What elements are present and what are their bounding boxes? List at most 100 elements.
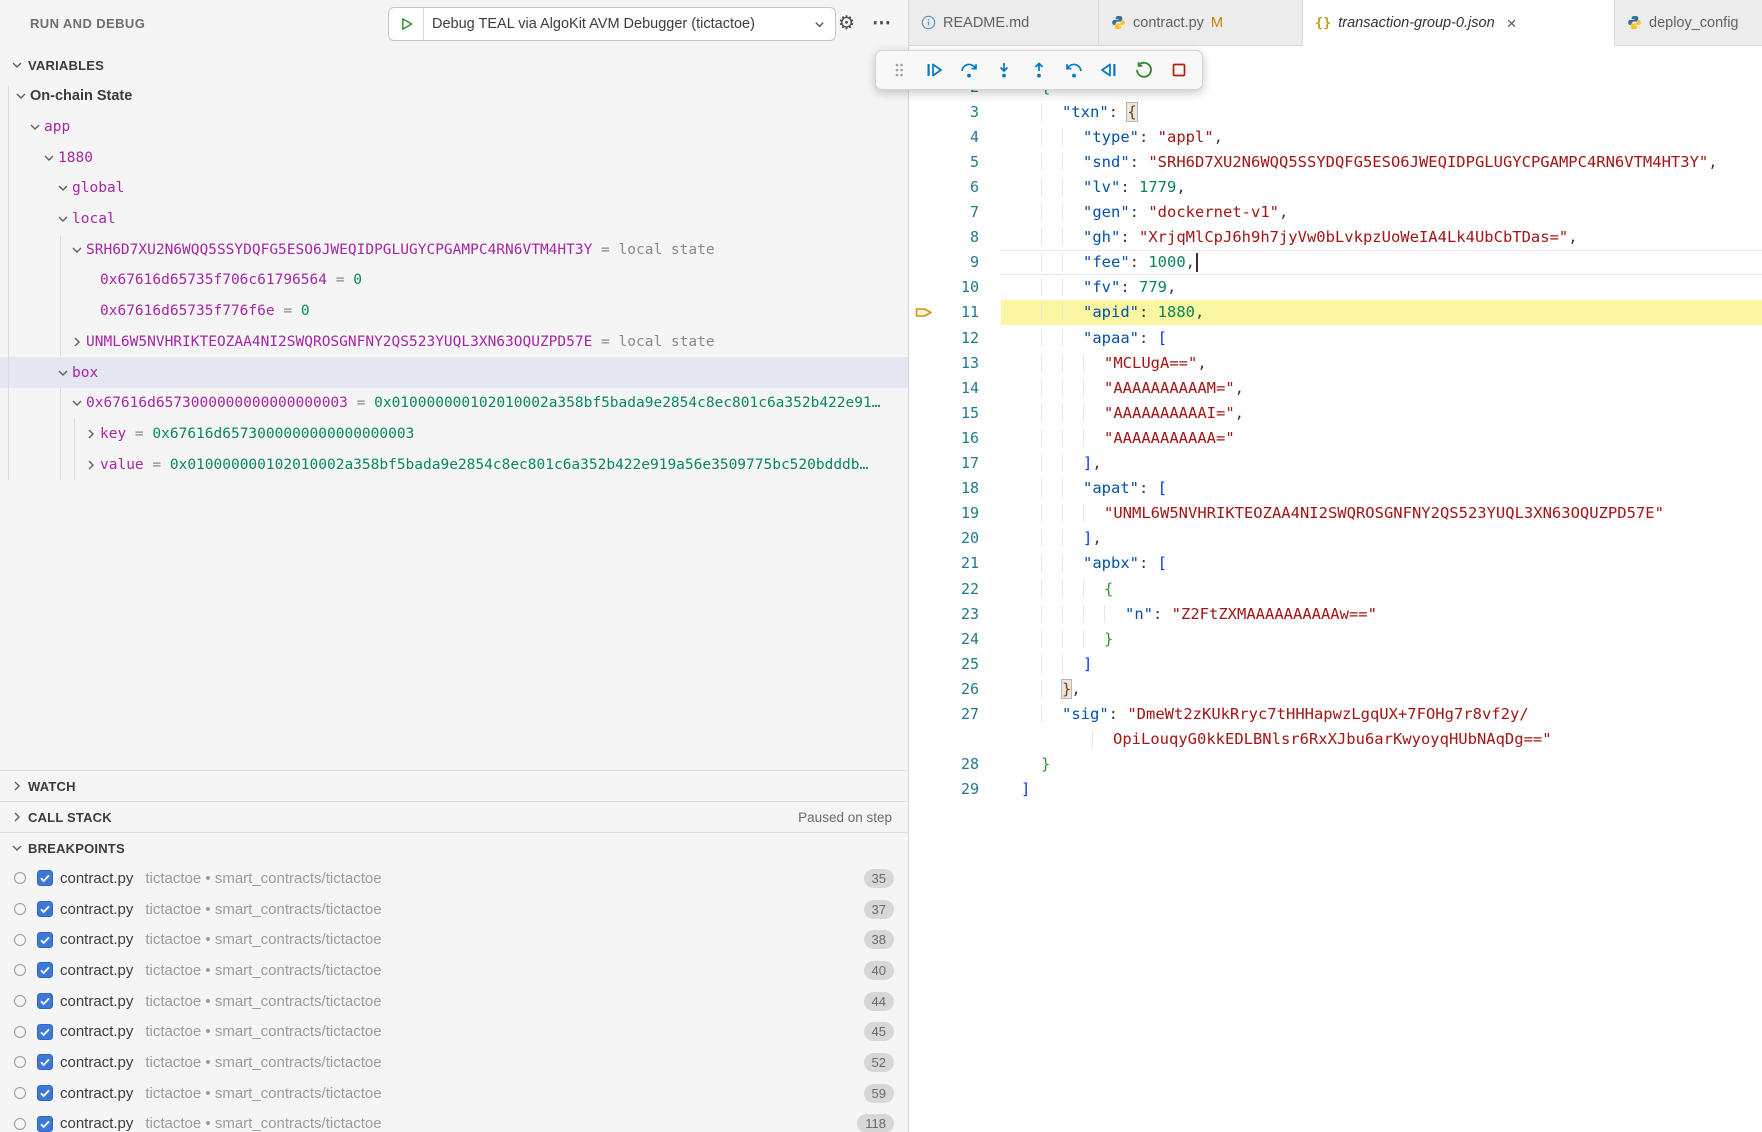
settings-gear-icon[interactable]: ⚙ — [838, 0, 855, 46]
code-line[interactable]: 21"apbx": [ — [909, 551, 1762, 576]
code-line[interactable]: 6"lv": 1779, — [909, 174, 1762, 199]
code-line[interactable]: 15"AAAAAAAAAAI=", — [909, 400, 1762, 425]
chevron-down-icon — [54, 181, 72, 195]
json-editor[interactable]: 1[2{3"txn": {4"type": "appl",5"snd": "SR… — [909, 46, 1762, 1132]
debug-config-dropdown[interactable]: Debug TEAL via AlgoKit AVM Debugger (tic… — [388, 7, 836, 41]
breakpoint-row[interactable]: contract.pytictactoe • smart_contracts/t… — [0, 1109, 908, 1132]
tree-row[interactable]: 0x67616d65735f776f6e = 0 — [0, 296, 908, 327]
code-line[interactable]: 25] — [909, 651, 1762, 676]
code-content: { — [1021, 580, 1113, 598]
close-icon[interactable]: × — [1507, 15, 1517, 32]
tree-row[interactable]: 1880 — [0, 142, 908, 173]
code-content: "gh": "XrjqMlCpJ6h9h7jyVw0bLvkpzUoWeIA4L… — [1021, 228, 1578, 246]
breakpoint-checkbox[interactable] — [37, 901, 53, 917]
breakpoint-checkbox[interactable] — [37, 870, 53, 886]
indent-guide — [1021, 605, 1041, 623]
code-line[interactable]: 19"UNML6W5NVHRIKTEOZAA4NI2SWQROSGNFNY2QS… — [909, 501, 1762, 526]
code-line[interactable]: 23"n": "Z2FtZXMAAAAAAAAAAw==" — [909, 601, 1762, 626]
code-line[interactable]: 22{ — [909, 576, 1762, 601]
code-line[interactable]: 28} — [909, 752, 1762, 777]
code-line[interactable]: 3"txn": { — [909, 99, 1762, 124]
chevron-down-icon — [10, 841, 24, 855]
breakpoint-row[interactable]: contract.pytictactoe • smart_contracts/t… — [0, 986, 908, 1017]
more-actions-icon[interactable]: ⋯ — [872, 0, 891, 46]
breakpoint-state-icon — [14, 995, 26, 1007]
code-line[interactable]: 14"AAAAAAAAAAM=", — [909, 375, 1762, 400]
code-line[interactable]: 7"gen": "dockernet-v1", — [909, 200, 1762, 225]
code-line[interactable]: 16"AAAAAAAAAAA=" — [909, 425, 1762, 450]
breakpoint-checkbox[interactable] — [37, 962, 53, 978]
tree-row[interactable]: On-chain State — [0, 81, 908, 112]
call-stack-title: CALL STACK — [28, 810, 112, 825]
breakpoint-checkbox[interactable] — [37, 993, 53, 1009]
code-line[interactable]: 17], — [909, 451, 1762, 476]
code-line[interactable]: 11"apid": 1880, — [909, 300, 1762, 325]
breakpoint-row[interactable]: contract.pytictactoe • smart_contracts/t… — [0, 863, 908, 894]
tab-deploy-config[interactable]: deploy_config — [1615, 0, 1762, 46]
chevron-down-icon — [10, 58, 24, 72]
code-line[interactable]: 24} — [909, 626, 1762, 651]
code-line[interactable]: 26}, — [909, 676, 1762, 701]
breakpoint-row[interactable]: contract.pytictactoe • smart_contracts/t… — [0, 1047, 908, 1078]
code-line[interactable]: 9"fee": 1000, — [909, 250, 1762, 275]
call-stack-section-header[interactable]: CALL STACK Paused on step — [0, 801, 908, 832]
debug-current-line-arrow-icon — [915, 305, 933, 325]
token: "gh" — [1083, 228, 1120, 246]
line-number: 25 — [909, 655, 979, 673]
code-line[interactable]: 5"snd": "SRH6D7XU2N6WQQ5SSYDQFG5ESO6JWEQ… — [909, 149, 1762, 174]
breakpoint-checkbox[interactable] — [37, 932, 53, 948]
token: : — [1139, 329, 1158, 347]
breakpoint-row[interactable]: contract.pytictactoe • smart_contracts/t… — [0, 1078, 908, 1109]
chevron-right-icon — [82, 458, 100, 472]
tree-row[interactable]: 0x67616d6573000000000000000003 = 0x01000… — [0, 388, 908, 419]
step-back-icon[interactable] — [1061, 57, 1087, 83]
step-over-icon[interactable] — [956, 57, 982, 83]
code-line[interactable]: 27"sig": "DmeWt2zKUkRryc7tHHHapwzLgqUX+7… — [909, 701, 1762, 726]
tree-row[interactable]: value = 0x010000000102010002a358bf5bada9… — [0, 449, 908, 480]
code-line[interactable]: 12"apaa": [ — [909, 325, 1762, 350]
token: 779 — [1139, 278, 1167, 296]
variables-section-header[interactable]: VARIABLES — [0, 50, 908, 80]
tree-row[interactable]: 0x67616d65735f706c61796564 = 0 — [0, 265, 908, 296]
breakpoint-checkbox[interactable] — [37, 1085, 53, 1101]
tab-readme[interactable]: README.md — [909, 0, 1099, 46]
code-line[interactable]: 8"gh": "XrjqMlCpJ6h9h7jyVw0bLvkpzUoWeIA4… — [909, 225, 1762, 250]
code-line[interactable]: 4"type": "appl", — [909, 124, 1762, 149]
breakpoints-section-header[interactable]: BREAKPOINTS — [0, 832, 908, 863]
tree-row[interactable]: local — [0, 204, 908, 235]
tree-row[interactable]: SRH6D7XU2N6WQQ5SSYDQFG5ESO6JWEQIDPGLUGYC… — [0, 234, 908, 265]
step-into-icon[interactable] — [991, 57, 1017, 83]
breakpoint-row[interactable]: contract.pytictactoe • smart_contracts/t… — [0, 894, 908, 925]
tree-row[interactable]: global — [0, 173, 908, 204]
paused-status: Paused on step — [798, 810, 892, 825]
breakpoint-checkbox[interactable] — [37, 1054, 53, 1070]
code-line[interactable]: 20], — [909, 526, 1762, 551]
tab-transaction-group-json[interactable]: {} transaction-group-0.json × — [1303, 0, 1615, 46]
stop-icon[interactable] — [1166, 57, 1192, 83]
code-line[interactable]: OpiLouqyG0kkEDLBNlsr6RxXJbu6arKwyoyqHUbN… — [909, 727, 1762, 752]
watch-section-header[interactable]: WATCH — [0, 770, 908, 801]
code-line[interactable]: 10"fv": 779, — [909, 275, 1762, 300]
code-line[interactable]: 18"apat": [ — [909, 476, 1762, 501]
tree-row[interactable]: UNML6W5NVHRIKTEOZAA4NI2SWQROSGNFNY2QS523… — [0, 327, 908, 358]
breakpoint-row[interactable]: contract.pytictactoe • smart_contracts/t… — [0, 924, 908, 955]
continue-icon[interactable] — [921, 57, 947, 83]
breakpoint-row[interactable]: contract.pytictactoe • smart_contracts/t… — [0, 955, 908, 986]
code-line[interactable]: 13"MCLUgA==", — [909, 350, 1762, 375]
debug-toolbar — [875, 50, 1203, 90]
indent-guide — [1083, 630, 1104, 648]
restart-icon[interactable] — [1131, 57, 1157, 83]
token: ] — [1083, 655, 1092, 673]
tree-row[interactable]: app — [0, 112, 908, 143]
reverse-continue-icon[interactable] — [1096, 57, 1122, 83]
breakpoint-checkbox[interactable] — [37, 1024, 53, 1040]
tree-row[interactable]: key = 0x67616d6573000000000000000003 — [0, 419, 908, 450]
breakpoint-row[interactable]: contract.pytictactoe • smart_contracts/t… — [0, 1016, 908, 1047]
breakpoint-checkbox[interactable] — [37, 1116, 53, 1132]
start-debug-button[interactable] — [389, 8, 424, 40]
tree-row[interactable]: box — [0, 357, 908, 388]
code-line[interactable]: 29] — [909, 777, 1762, 802]
tab-contract-py[interactable]: contract.py M — [1099, 0, 1303, 46]
step-out-icon[interactable] — [1026, 57, 1052, 83]
drag-handle[interactable] — [886, 57, 912, 83]
